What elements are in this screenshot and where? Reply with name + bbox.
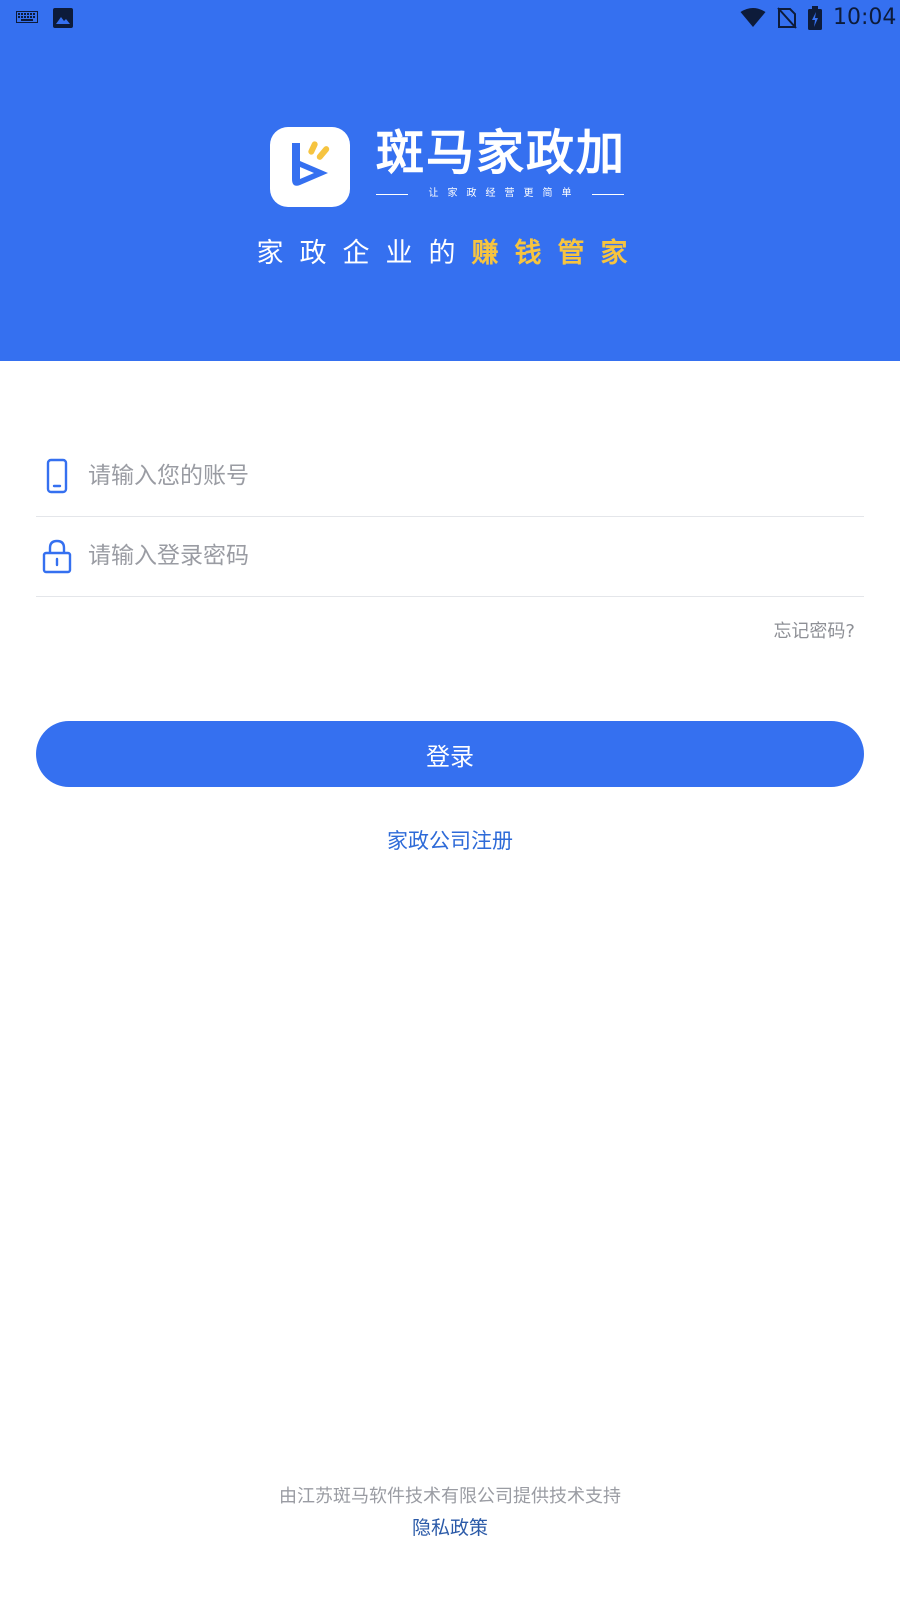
brand-name: 斑马家政加	[376, 125, 627, 181]
status-bar: 10:04	[0, 0, 900, 36]
tagline-divider	[592, 193, 624, 195]
tagline-text: 让家政经营更简单	[428, 188, 581, 199]
status-time: 10:04	[833, 5, 897, 30]
phone-icon	[46, 458, 68, 494]
privacy-policy-link[interactable]: 隐私政策	[412, 1517, 488, 1539]
privacy-row: 隐私政策	[0, 1515, 900, 1541]
battery-charging-icon	[808, 6, 822, 30]
company-register-link[interactable]: 家政公司注册	[387, 829, 513, 853]
brand-tagline: 让家政经营更简单	[376, 186, 624, 202]
slogan: 家政企业的赚钱管家	[0, 234, 900, 274]
tech-support-text: 由江苏斑马软件技术有限公司提供技术支持	[279, 1486, 621, 1507]
zebra-app-logo-icon	[292, 141, 330, 186]
lock-icon	[42, 539, 72, 574]
password-input[interactable]	[88, 534, 848, 578]
keyboard-icon	[16, 11, 38, 23]
account-input[interactable]	[88, 454, 848, 498]
tagline-divider	[376, 193, 408, 195]
image-icon	[53, 8, 73, 28]
slogan-prefix: 家政企业的	[256, 238, 472, 269]
login-button[interactable]: 登录	[36, 721, 864, 787]
register-row: 家政公司注册	[0, 826, 900, 856]
login-screen: 10:04 斑马家政加 让家政经营更简单 家政企业的赚钱管家 请输入您的账号 忘…	[0, 0, 900, 1600]
wifi-icon	[740, 8, 766, 27]
account-field	[36, 436, 864, 517]
slogan-highlight: 赚钱管家	[471, 238, 644, 269]
no-sim-icon	[777, 7, 797, 29]
forgot-password-link[interactable]: 忘记密码?	[773, 620, 855, 644]
app-logo	[270, 127, 350, 207]
brand-header: 10:04 斑马家政加 让家政经营更简单 家政企业的赚钱管家	[0, 0, 900, 361]
password-field	[36, 516, 864, 597]
